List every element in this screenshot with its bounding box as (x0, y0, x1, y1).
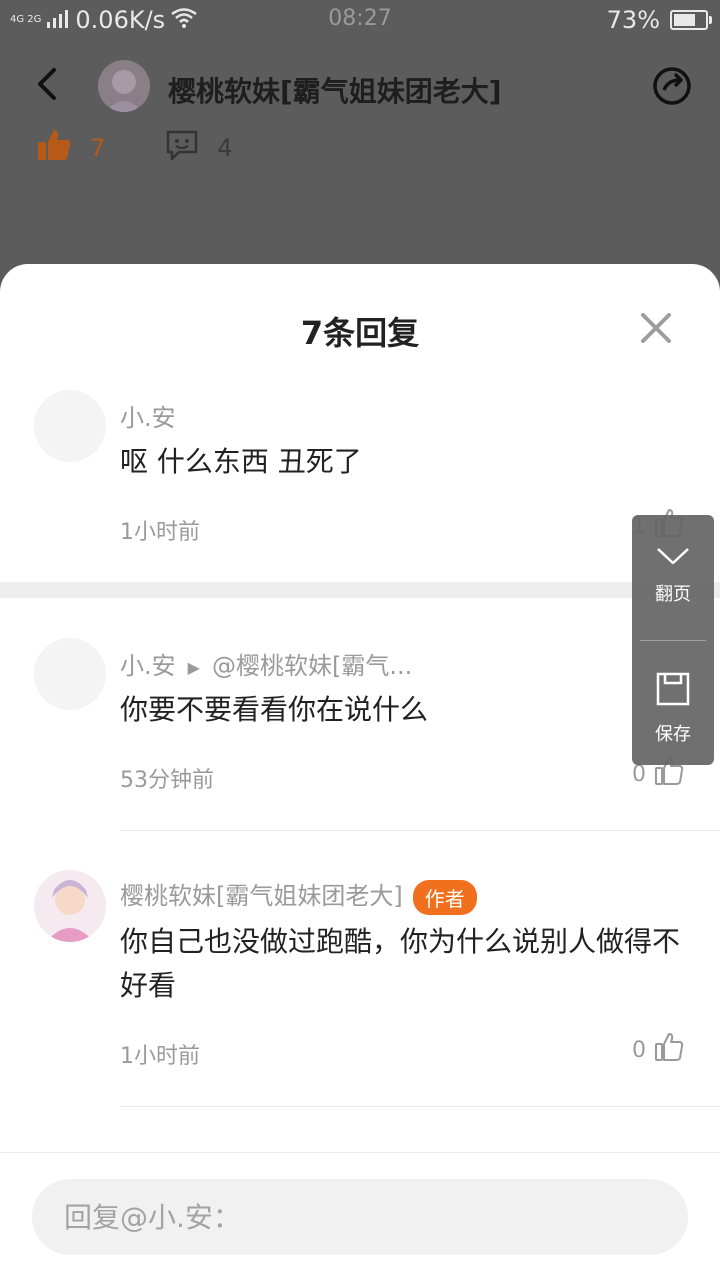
sheet-title: 7条回复 (300, 314, 420, 352)
row-divider (120, 1106, 720, 1107)
comment-time: 53分钟前 (120, 768, 214, 793)
battery-status: 73% (606, 6, 712, 34)
page-turn-button[interactable]: 翻页 (632, 545, 714, 606)
comment-count: 4 (217, 134, 233, 162)
like-count: 7 (90, 134, 106, 162)
row-divider (120, 830, 720, 831)
battery-percent: 73% (606, 6, 660, 34)
section-divider (0, 582, 720, 598)
save-icon (632, 671, 714, 712)
comment-text[interactable]: 你要不要看看你在说什么 (120, 688, 690, 732)
commenter-name: 小.安 ▶ @樱桃软妹[霸气... (120, 646, 412, 681)
reply-arrow-icon: ▶ (187, 657, 200, 677)
avatar[interactable] (34, 638, 106, 710)
avatar[interactable] (34, 870, 106, 942)
commenter-name-text[interactable]: 小.安 (120, 652, 176, 680)
reply-to-name[interactable]: @樱桃软妹[霸气... (212, 652, 412, 680)
like-count: 0 (632, 761, 646, 787)
reply-bar (0, 1152, 720, 1281)
replies-sheet: 7条回复 小.安 呕 什么东西 丑死了 1小时前 1 小.安 ▶ @樱桃软妹[霸气.… (0, 264, 720, 1280)
list-item: 樱桃软妹[霸气姐妹团老大] 作者 你自己也没做过跑酷，你为什么说别人做得不好看 1… (0, 870, 720, 1110)
panel-divider (640, 640, 706, 641)
post-top-bar: 樱桃软妹[霸气姐妹团老大] (0, 50, 720, 120)
like-count: 0 (632, 1037, 646, 1063)
close-icon[interactable] (640, 312, 672, 344)
list-item: 小.安 呕 什么东西 丑死了 1小时前 1 (0, 388, 720, 578)
author-avatar[interactable] (98, 60, 150, 112)
list-item: 小.安 ▶ @樱桃软妹[霸气... 你要不要看看你在说什么 53分钟前 0 (0, 636, 720, 836)
reply-input[interactable] (32, 1179, 688, 1255)
status-bar: 4G 2G 0.06K/s 08:27 73% (0, 0, 720, 40)
like-stat[interactable]: 7 (36, 128, 105, 168)
save-label: 保存 (655, 724, 691, 745)
avatar[interactable] (34, 390, 106, 462)
floating-tool-panel: 翻页 保存 (632, 515, 714, 765)
comment-time: 1小时前 (120, 520, 200, 545)
thumbs-up-icon (36, 128, 72, 168)
commenter-name[interactable]: 小.安 (120, 398, 176, 433)
share-icon[interactable] (650, 64, 694, 108)
comment-text[interactable]: 你自己也没做过跑酷，你为什么说别人做得不好看 (120, 920, 690, 1008)
post-stats: 7 4 (36, 128, 293, 168)
page-turn-label: 翻页 (655, 584, 691, 605)
comment-icon (165, 128, 199, 168)
comment-stat[interactable]: 4 (165, 128, 233, 168)
back-icon[interactable] (30, 64, 70, 104)
thumbs-up-icon (654, 1032, 684, 1068)
author-badge: 作者 (412, 879, 477, 915)
like-button[interactable]: 0 (632, 1032, 684, 1068)
battery-icon (670, 10, 712, 30)
commenter-name: 樱桃软妹[霸气姐妹团老大] 作者 (120, 876, 477, 915)
chevron-down-icon (632, 545, 714, 572)
save-button[interactable]: 保存 (632, 671, 714, 746)
comment-time: 1小时前 (120, 1044, 200, 1069)
comment-text[interactable]: 呕 什么东西 丑死了 (120, 440, 690, 484)
commenter-name-text[interactable]: 樱桃软妹[霸气姐妹团老大] (120, 882, 403, 910)
post-author-title: 樱桃软妹[霸气姐妹团老大] (168, 75, 502, 108)
